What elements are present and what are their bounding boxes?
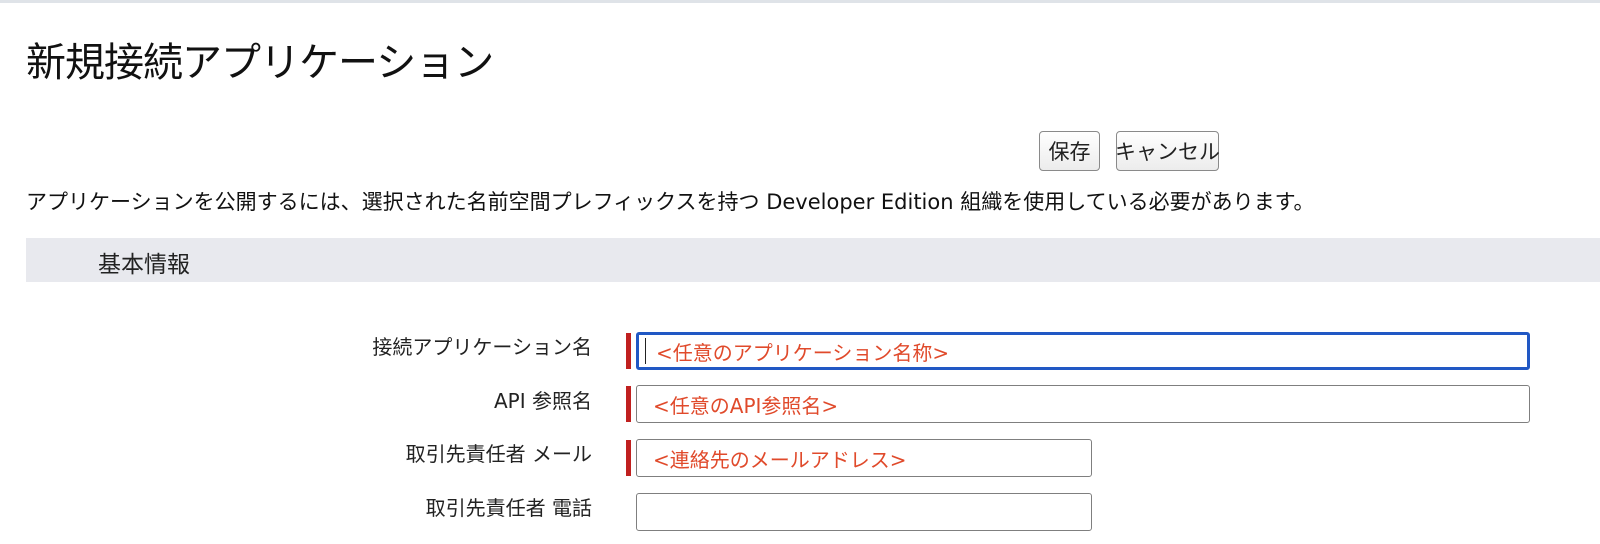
text-cursor [645,338,646,364]
required-indicator [626,386,631,422]
required-indicator [626,440,631,476]
page-title: 新規接続アプリケーション [26,40,494,86]
contact-phone-label: 取引先責任者 電話 [425,496,592,520]
top-divider [0,0,1600,3]
save-button[interactable]: 保存 [1039,131,1100,171]
api-name-input[interactable]: <任意のAPI参照名> [636,385,1530,423]
basic-info-section-header: 基本情報 [26,238,1600,282]
connected-app-name-input[interactable]: <任意のアプリケーション名称> [636,332,1530,370]
contact-email-label: 取引先責任者 メール [405,442,592,466]
new-connected-app-page: 新規接続アプリケーション 保存 キャンセル アプリケーションを公開するには、選択… [0,0,1600,544]
section-title: 基本情報 [98,252,190,278]
cancel-button[interactable]: キャンセル [1115,131,1220,171]
contact-email-input[interactable]: <連絡先のメールアドレス> [636,439,1092,477]
connected-app-name-label: 接続アプリケーション名 [372,335,592,359]
publish-notice: アプリケーションを公開するには、選択された名前空間プレフィックスを持つ Deve… [26,190,1315,214]
api-name-label: API 参照名 [494,389,592,413]
api-name-value: <任意のAPI参照名> [653,393,839,418]
connected-app-name-value: <任意のアプリケーション名称> [656,340,950,365]
required-indicator [626,333,631,369]
contact-phone-input[interactable] [636,493,1092,531]
contact-email-value: <連絡先のメールアドレス> [653,447,907,472]
